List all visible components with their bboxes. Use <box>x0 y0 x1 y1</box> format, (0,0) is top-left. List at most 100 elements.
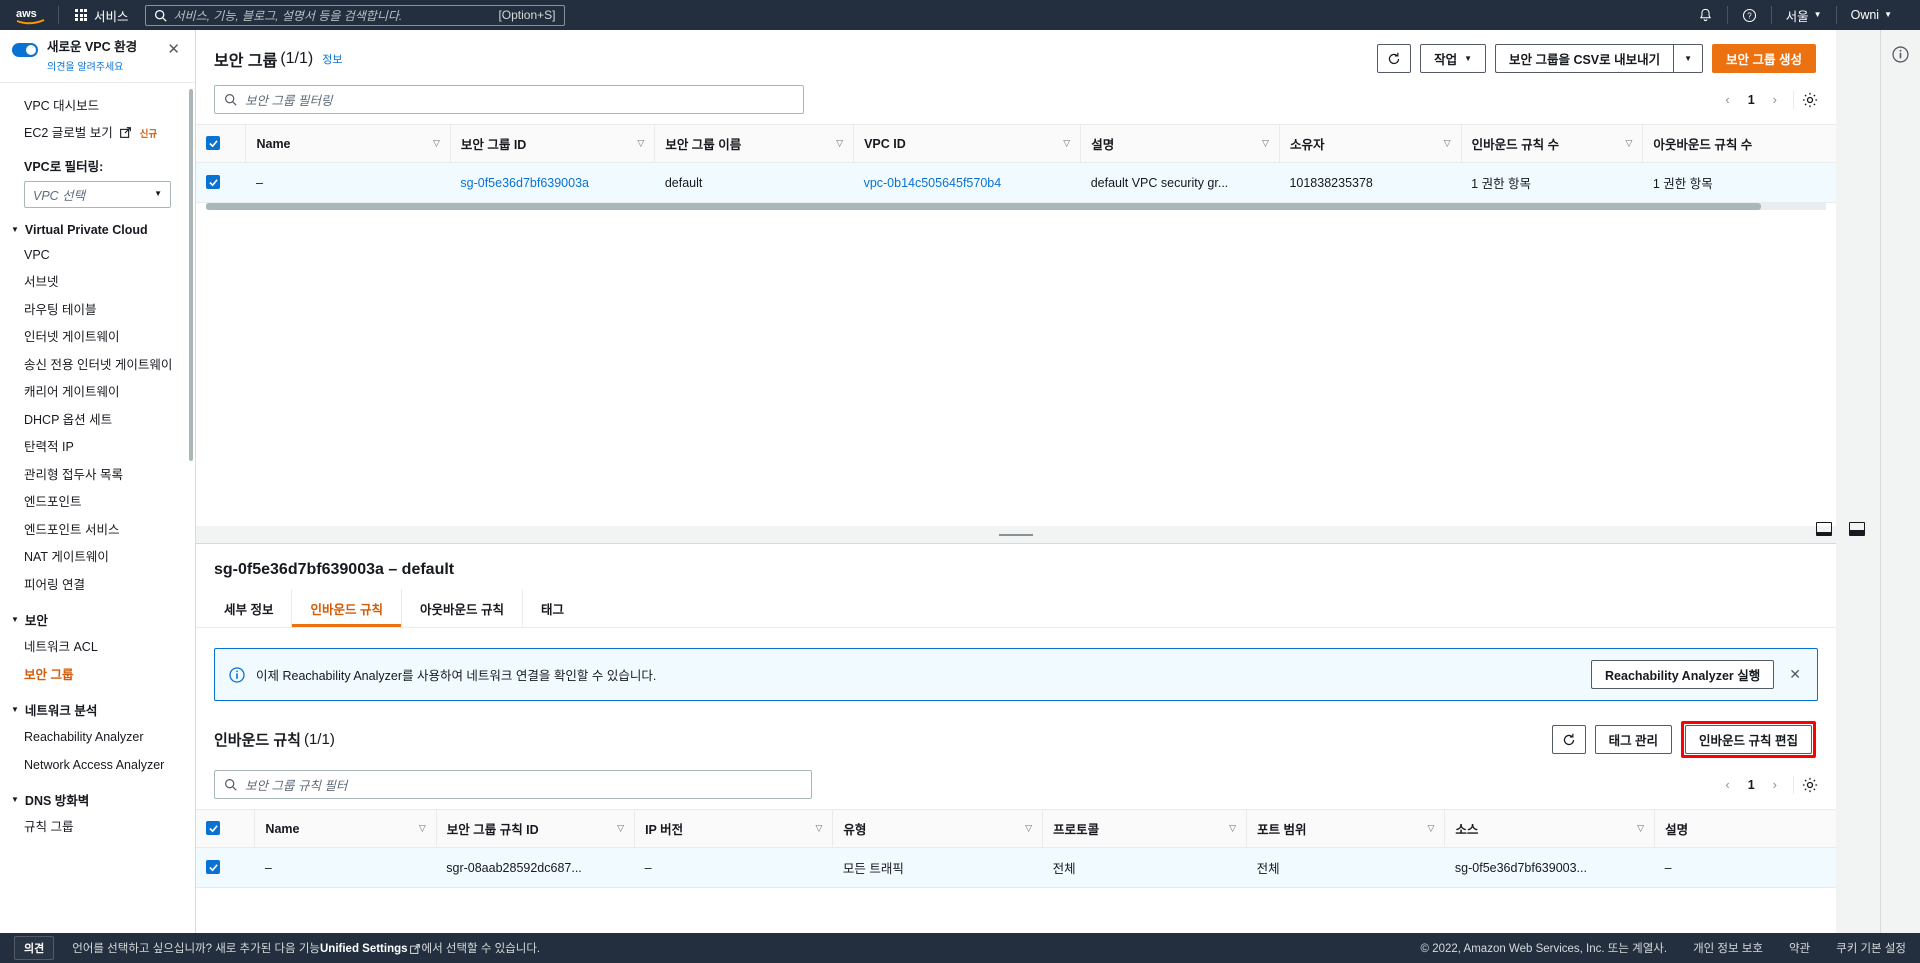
unified-settings-link[interactable]: Unified Settings <box>320 943 408 955</box>
sidebar-item-security-groups[interactable]: 보안 그룹 <box>0 662 195 690</box>
column-header-protocol[interactable]: 프로토콜 ▽ <box>1042 809 1247 848</box>
split-panel-bottom-icon[interactable] <box>1816 522 1832 536</box>
region-selector[interactable]: 서울 ▼ <box>1772 0 1836 30</box>
sidebar-item-managed-prefix-lists[interactable]: 관리형 접두사 목록 <box>0 462 195 490</box>
sidebar-item-rule-groups[interactable]: 규칙 그룹 <box>0 814 195 842</box>
sidebar-item-network-access-analyzer[interactable]: Network Access Analyzer <box>0 752 195 780</box>
help-button[interactable]: ? <box>1728 0 1771 30</box>
sidebar-group-dns-firewall[interactable]: ▼ DNS 방화벽 <box>0 779 195 814</box>
sidebar-item-vpc[interactable]: VPC <box>0 242 195 270</box>
tab-tags[interactable]: 태그 <box>523 589 582 627</box>
select-all-checkbox[interactable] <box>206 821 220 836</box>
column-header-outbound-count[interactable]: 아웃바운드 규칙 수 <box>1642 124 1836 163</box>
sidebar-item-endpoints[interactable]: 엔드포인트 <box>0 489 195 517</box>
close-icon[interactable]: ✕ <box>164 40 183 59</box>
column-header-port-range[interactable]: 포트 범위 ▽ <box>1246 809 1445 848</box>
prev-page-button[interactable]: ‹ <box>1717 90 1737 109</box>
next-page-button[interactable]: › <box>1765 775 1785 794</box>
table-row[interactable]: – sgr-08aab28592dc687... – 모든 트래픽 전체 전체 … <box>196 847 1836 888</box>
sidebar-item-network-acl[interactable]: 네트워크 ACL <box>0 634 195 662</box>
column-header-description[interactable]: 설명 ▽ <box>1080 124 1280 163</box>
column-header-rule-id[interactable]: 보안 그룹 규칙 ID ▽ <box>435 809 635 848</box>
sidebar-item-dhcp-option-sets[interactable]: DHCP 옵션 세트 <box>0 407 195 435</box>
column-header-type[interactable]: 유형 ▽ <box>832 809 1043 848</box>
edit-inbound-rules-button[interactable]: 인바운드 규칙 편집 <box>1685 725 1812 754</box>
privacy-link[interactable]: 개인 정보 보호 <box>1693 940 1763 956</box>
sidebar-item-global-view[interactable]: EC2 글로벌 보기 신규 <box>0 120 195 149</box>
banner-feedback-link[interactable]: 의견을 알려주세요 <box>47 58 164 73</box>
column-header-owner[interactable]: 소유자 ▽ <box>1278 124 1462 163</box>
vpc-filter-select[interactable]: VPC 선택 ▼ <box>24 180 171 208</box>
sidebar-item-elastic-ips[interactable]: 탄력적 IP <box>0 434 195 462</box>
sidebar-item-reachability-analyzer[interactable]: Reachability Analyzer <box>0 724 195 752</box>
services-menu-button[interactable]: 서비스 <box>69 0 135 30</box>
security-group-filter-input[interactable]: 보안 그룹 필터링 <box>214 85 804 114</box>
manage-tags-button[interactable]: 태그 관리 <box>1594 725 1673 754</box>
refresh-rules-button[interactable] <box>1551 725 1586 754</box>
column-header-vpc-id[interactable]: VPC ID ▽ <box>853 124 1081 163</box>
export-csv-button[interactable]: 보안 그룹을 CSV로 내보내기 <box>1495 44 1674 73</box>
chevron-down-icon: ▼ <box>154 189 162 199</box>
column-header-ip-version[interactable]: IP 버전 ▽ <box>634 809 833 848</box>
tab-outbound-rules[interactable]: 아웃바운드 규칙 <box>402 589 523 627</box>
security-group-id-link[interactable]: sg-0f5e36d7bf639003a <box>460 176 589 190</box>
account-menu[interactable]: Owni ▼ <box>1837 0 1906 30</box>
row-checkbox[interactable] <box>206 175 220 190</box>
vpc-id-link[interactable]: vpc-0b14c505645f570b4 <box>864 176 1002 190</box>
table-row[interactable]: – sg-0f5e36d7bf639003a default vpc-0b14c… <box>196 162 1836 203</box>
select-all-checkbox[interactable] <box>206 136 220 151</box>
column-header-name[interactable]: Name ▽ <box>254 809 437 848</box>
new-vpc-experience-toggle[interactable] <box>12 43 38 57</box>
feedback-button[interactable]: 의견 <box>14 936 55 960</box>
sidebar-group-vpc[interactable]: ▼ Virtual Private Cloud <box>0 212 195 242</box>
cookie-preferences-link[interactable]: 쿠키 기본 설정 <box>1836 940 1906 956</box>
column-header-source[interactable]: 소스 ▽ <box>1444 809 1655 848</box>
column-header-name[interactable]: Name ▽ <box>245 124 451 163</box>
refresh-button[interactable] <box>1377 44 1412 73</box>
sort-icon: ▽ <box>637 138 645 148</box>
column-label: Name <box>256 136 291 151</box>
sidebar-group-network-analysis[interactable]: ▼ 네트워크 분석 <box>0 689 195 724</box>
sidebar-item-peering-connections[interactable]: 피어링 연결 <box>0 572 195 600</box>
info-panel-button[interactable] <box>1881 30 1920 63</box>
sidebar-item-route-tables[interactable]: 라우팅 테이블 <box>0 297 195 325</box>
page-number[interactable]: 1 <box>1741 776 1762 794</box>
column-header-rule-description[interactable]: 설명 <box>1654 809 1836 848</box>
next-page-button[interactable]: › <box>1765 90 1785 109</box>
global-search-input[interactable]: 서비스, 기능, 블로그, 설명서 등을 검색합니다. [Option+S] <box>144 4 565 26</box>
terms-link[interactable]: 약관 <box>1789 940 1810 956</box>
tab-inbound-rules[interactable]: 인바운드 규칙 <box>292 589 402 627</box>
aws-logo[interactable]: aws <box>0 6 48 25</box>
table-horizontal-scrollbar[interactable] <box>206 203 1826 210</box>
sidebar-item-subnets[interactable]: 서브넷 <box>0 269 195 297</box>
close-icon[interactable]: ✕ <box>1785 666 1805 683</box>
column-header-inbound-count[interactable]: 인바운드 규칙 수 ▽ <box>1460 124 1643 163</box>
sidebar-group-security[interactable]: ▼ 보안 <box>0 599 195 634</box>
run-reachability-analyzer-button[interactable]: Reachability Analyzer 실행 <box>1591 660 1775 689</box>
panel-resize-handle[interactable] <box>196 526 1836 543</box>
tab-details[interactable]: 세부 정보 <box>214 589 293 627</box>
sidebar-item-dashboard[interactable]: VPC 대시보드 <box>0 93 195 121</box>
sidebar-item-nat-gateways[interactable]: NAT 게이트웨이 <box>0 544 195 572</box>
preferences-gear-button[interactable] <box>1802 92 1818 108</box>
sidebar-item-endpoint-services[interactable]: 엔드포인트 서비스 <box>0 517 195 545</box>
column-label: 프로토콜 <box>1053 823 1100 837</box>
sidebar-scrollbar[interactable] <box>189 88 193 461</box>
create-security-group-button[interactable]: 보안 그룹 생성 <box>1712 44 1816 73</box>
sidebar-item-egress-only-igw[interactable]: 송신 전용 인터넷 게이트웨이 <box>0 352 195 380</box>
sidebar-item-carrier-gateways[interactable]: 캐리어 게이트웨이 <box>0 379 195 407</box>
rule-filter-input[interactable]: 보안 그룹 규칙 필터 <box>214 770 812 799</box>
row-checkbox[interactable] <box>206 860 220 875</box>
column-header-group-name[interactable]: 보안 그룹 이름 ▽ <box>654 124 854 163</box>
notifications-bell-button[interactable] <box>1684 0 1727 30</box>
sidebar-item-internet-gateways[interactable]: 인터넷 게이트웨이 <box>0 324 195 352</box>
rules-preferences-gear-button[interactable] <box>1802 777 1818 793</box>
split-panel-side-icon[interactable] <box>1849 522 1865 536</box>
page-number[interactable]: 1 <box>1741 91 1762 109</box>
export-dropdown-button[interactable]: ▼ <box>1673 44 1704 73</box>
actions-dropdown-button[interactable]: 작업 ▼ <box>1420 44 1486 73</box>
right-info-rail <box>1880 30 1920 933</box>
prev-page-button[interactable]: ‹ <box>1717 775 1737 794</box>
info-link[interactable]: 정보 <box>322 51 342 67</box>
column-header-group-id[interactable]: 보안 그룹 ID ▽ <box>449 124 655 163</box>
